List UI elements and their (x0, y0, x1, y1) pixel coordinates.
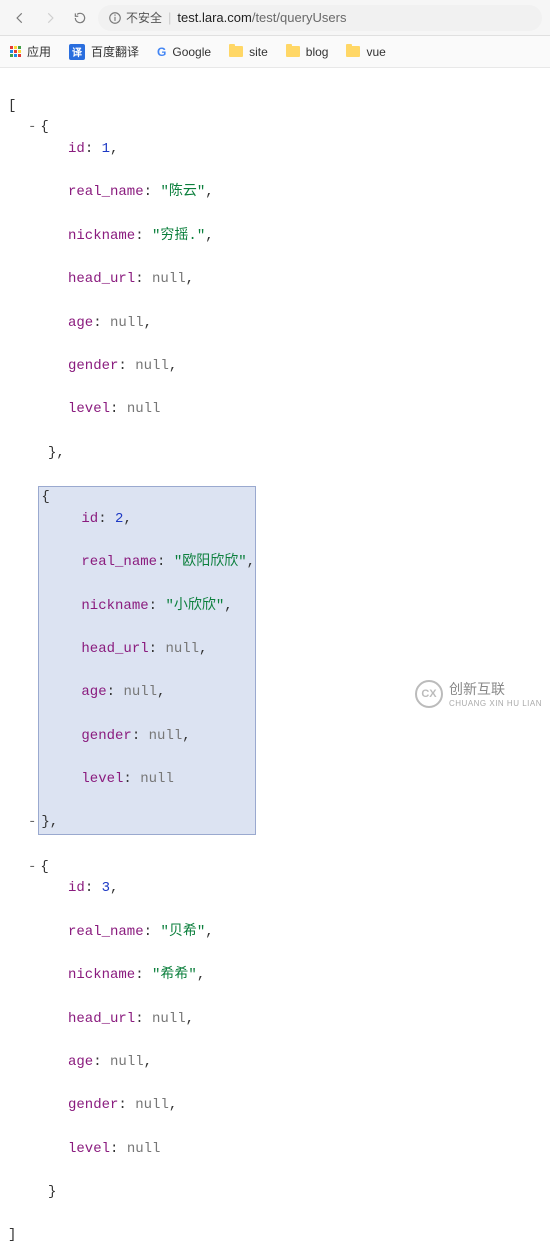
json-prop: real_name: "贝希", (28, 922, 542, 944)
bookmark-label: 百度翻译 (91, 43, 139, 60)
array-close: ] (8, 1227, 16, 1243)
json-prop: level: null (41, 769, 255, 791)
apps-label: 应用 (27, 43, 51, 60)
json-prop: id: 3, (28, 878, 542, 900)
insecure-label: 不安全 (126, 9, 162, 26)
json-viewer: [ -{ id: 1, real_name: "陈云", nickname: "… (0, 68, 550, 1255)
json-prop: id: 1, (28, 139, 542, 161)
json-prop: real_name: "欧阳欣欣", (41, 552, 255, 574)
google-icon: G (157, 45, 166, 59)
bookmark-folder-vue[interactable]: vue (346, 45, 385, 59)
json-prop: head_url: null, (41, 639, 255, 661)
security-status: 不安全 (108, 9, 162, 26)
json-prop: nickname: "小欣欣", (41, 596, 255, 618)
bookmark-label: vue (366, 45, 385, 59)
bookmark-google[interactable]: G Google (157, 45, 211, 59)
json-prop: age: null, (28, 313, 542, 335)
reload-icon (73, 11, 87, 25)
json-prop: age: null, (28, 1052, 542, 1074)
bookmark-folder-site[interactable]: site (229, 45, 268, 59)
json-item: -{ id: 3, real_name: "贝希", nickname: "希希… (8, 857, 542, 1204)
bookmark-label: blog (306, 45, 329, 59)
apps-button[interactable]: 应用 (10, 43, 51, 60)
json-prop: real_name: "陈云", (28, 182, 542, 204)
baidu-translate-icon: 译 (69, 44, 85, 60)
bookmark-folder-blog[interactable]: blog (286, 45, 329, 59)
address-bar[interactable]: 不安全 | test.lara.com/test/queryUsers (98, 5, 542, 31)
array-open: [ (8, 98, 16, 114)
json-item: -{ id: 1, real_name: "陈云", nickname: "穷摇… (8, 117, 542, 464)
watermark: CX 创新互联 CHUANG XIN HU LIAN (407, 675, 550, 712)
url-path: /test/queryUsers (252, 10, 347, 25)
collapse-toggle[interactable]: - (28, 859, 36, 875)
arrow-left-icon (13, 11, 27, 25)
bookmark-label: site (249, 45, 268, 59)
separator: | (168, 10, 171, 25)
collapse-toggle[interactable]: - (28, 119, 36, 135)
apps-icon (10, 46, 21, 57)
bookmark-baidu[interactable]: 译 百度翻译 (69, 43, 139, 60)
arrow-right-icon (43, 11, 57, 25)
json-selection[interactable]: { id: 2, real_name: "欧阳欣欣", nickname: "小… (38, 486, 256, 835)
watermark-en: CHUANG XIN HU LIAN (449, 699, 542, 708)
collapse-toggle[interactable]: - (28, 814, 36, 830)
json-prop: nickname: "希希", (28, 965, 542, 987)
json-prop: level: null (28, 1139, 542, 1161)
json-prop: head_url: null, (28, 1009, 542, 1031)
forward-button[interactable] (38, 6, 62, 30)
watermark-logo: CX (415, 680, 443, 708)
bookmark-label: Google (172, 45, 211, 59)
url-host: test.lara.com (177, 10, 251, 25)
watermark-zh: 创新互联 (449, 681, 505, 697)
json-prop: nickname: "穷摇.", (28, 226, 542, 248)
json-prop: id: 2, (41, 509, 255, 531)
json-prop: gender: null, (28, 1095, 542, 1117)
browser-toolbar: 不安全 | test.lara.com/test/queryUsers (0, 0, 550, 36)
json-prop: level: null (28, 399, 542, 421)
json-prop: head_url: null, (28, 269, 542, 291)
json-prop: gender: null, (28, 356, 542, 378)
bookmarks-bar: 应用 译 百度翻译 G Google site blog vue (0, 36, 550, 68)
url-text: test.lara.com/test/queryUsers (177, 10, 346, 25)
folder-icon (286, 46, 300, 57)
back-button[interactable] (8, 6, 32, 30)
json-prop: gender: null, (41, 726, 255, 748)
folder-icon (229, 46, 243, 57)
json-item: -{ id: 2, real_name: "欧阳欣欣", nickname: "… (8, 486, 542, 835)
json-prop: age: null, (41, 682, 255, 704)
reload-button[interactable] (68, 6, 92, 30)
info-icon (108, 11, 122, 25)
folder-icon (346, 46, 360, 57)
